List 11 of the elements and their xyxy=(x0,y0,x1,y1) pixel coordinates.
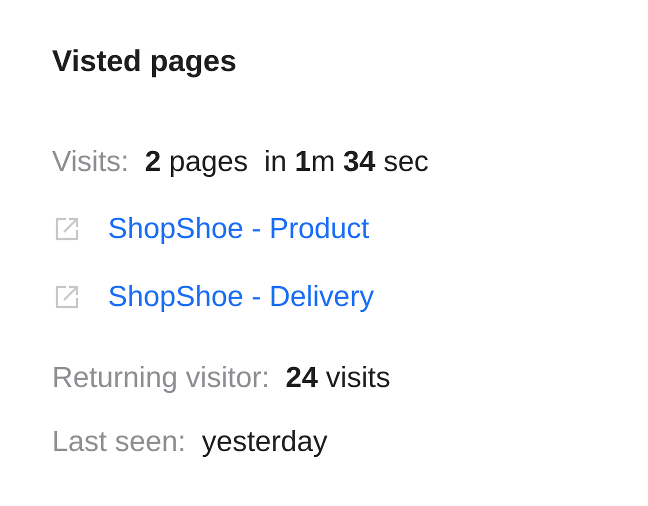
visits-label: Visits: xyxy=(52,145,129,180)
page-link[interactable]: ShopShoe - Product xyxy=(108,209,370,249)
last-seen-label: Last seen: xyxy=(52,425,186,460)
visits-value: 2 pages in 1m 34 sec xyxy=(144,145,429,180)
returning-label: Returning visitor: xyxy=(52,361,270,396)
section-title: Visted pages xyxy=(52,44,238,80)
page-link[interactable]: ShopShoe - Delivery xyxy=(108,277,374,317)
last-seen-value: yesterday xyxy=(202,425,328,460)
external-link-icon xyxy=(54,284,80,310)
external-link-icon xyxy=(54,216,80,242)
returning-value: 24 visits xyxy=(286,361,390,396)
